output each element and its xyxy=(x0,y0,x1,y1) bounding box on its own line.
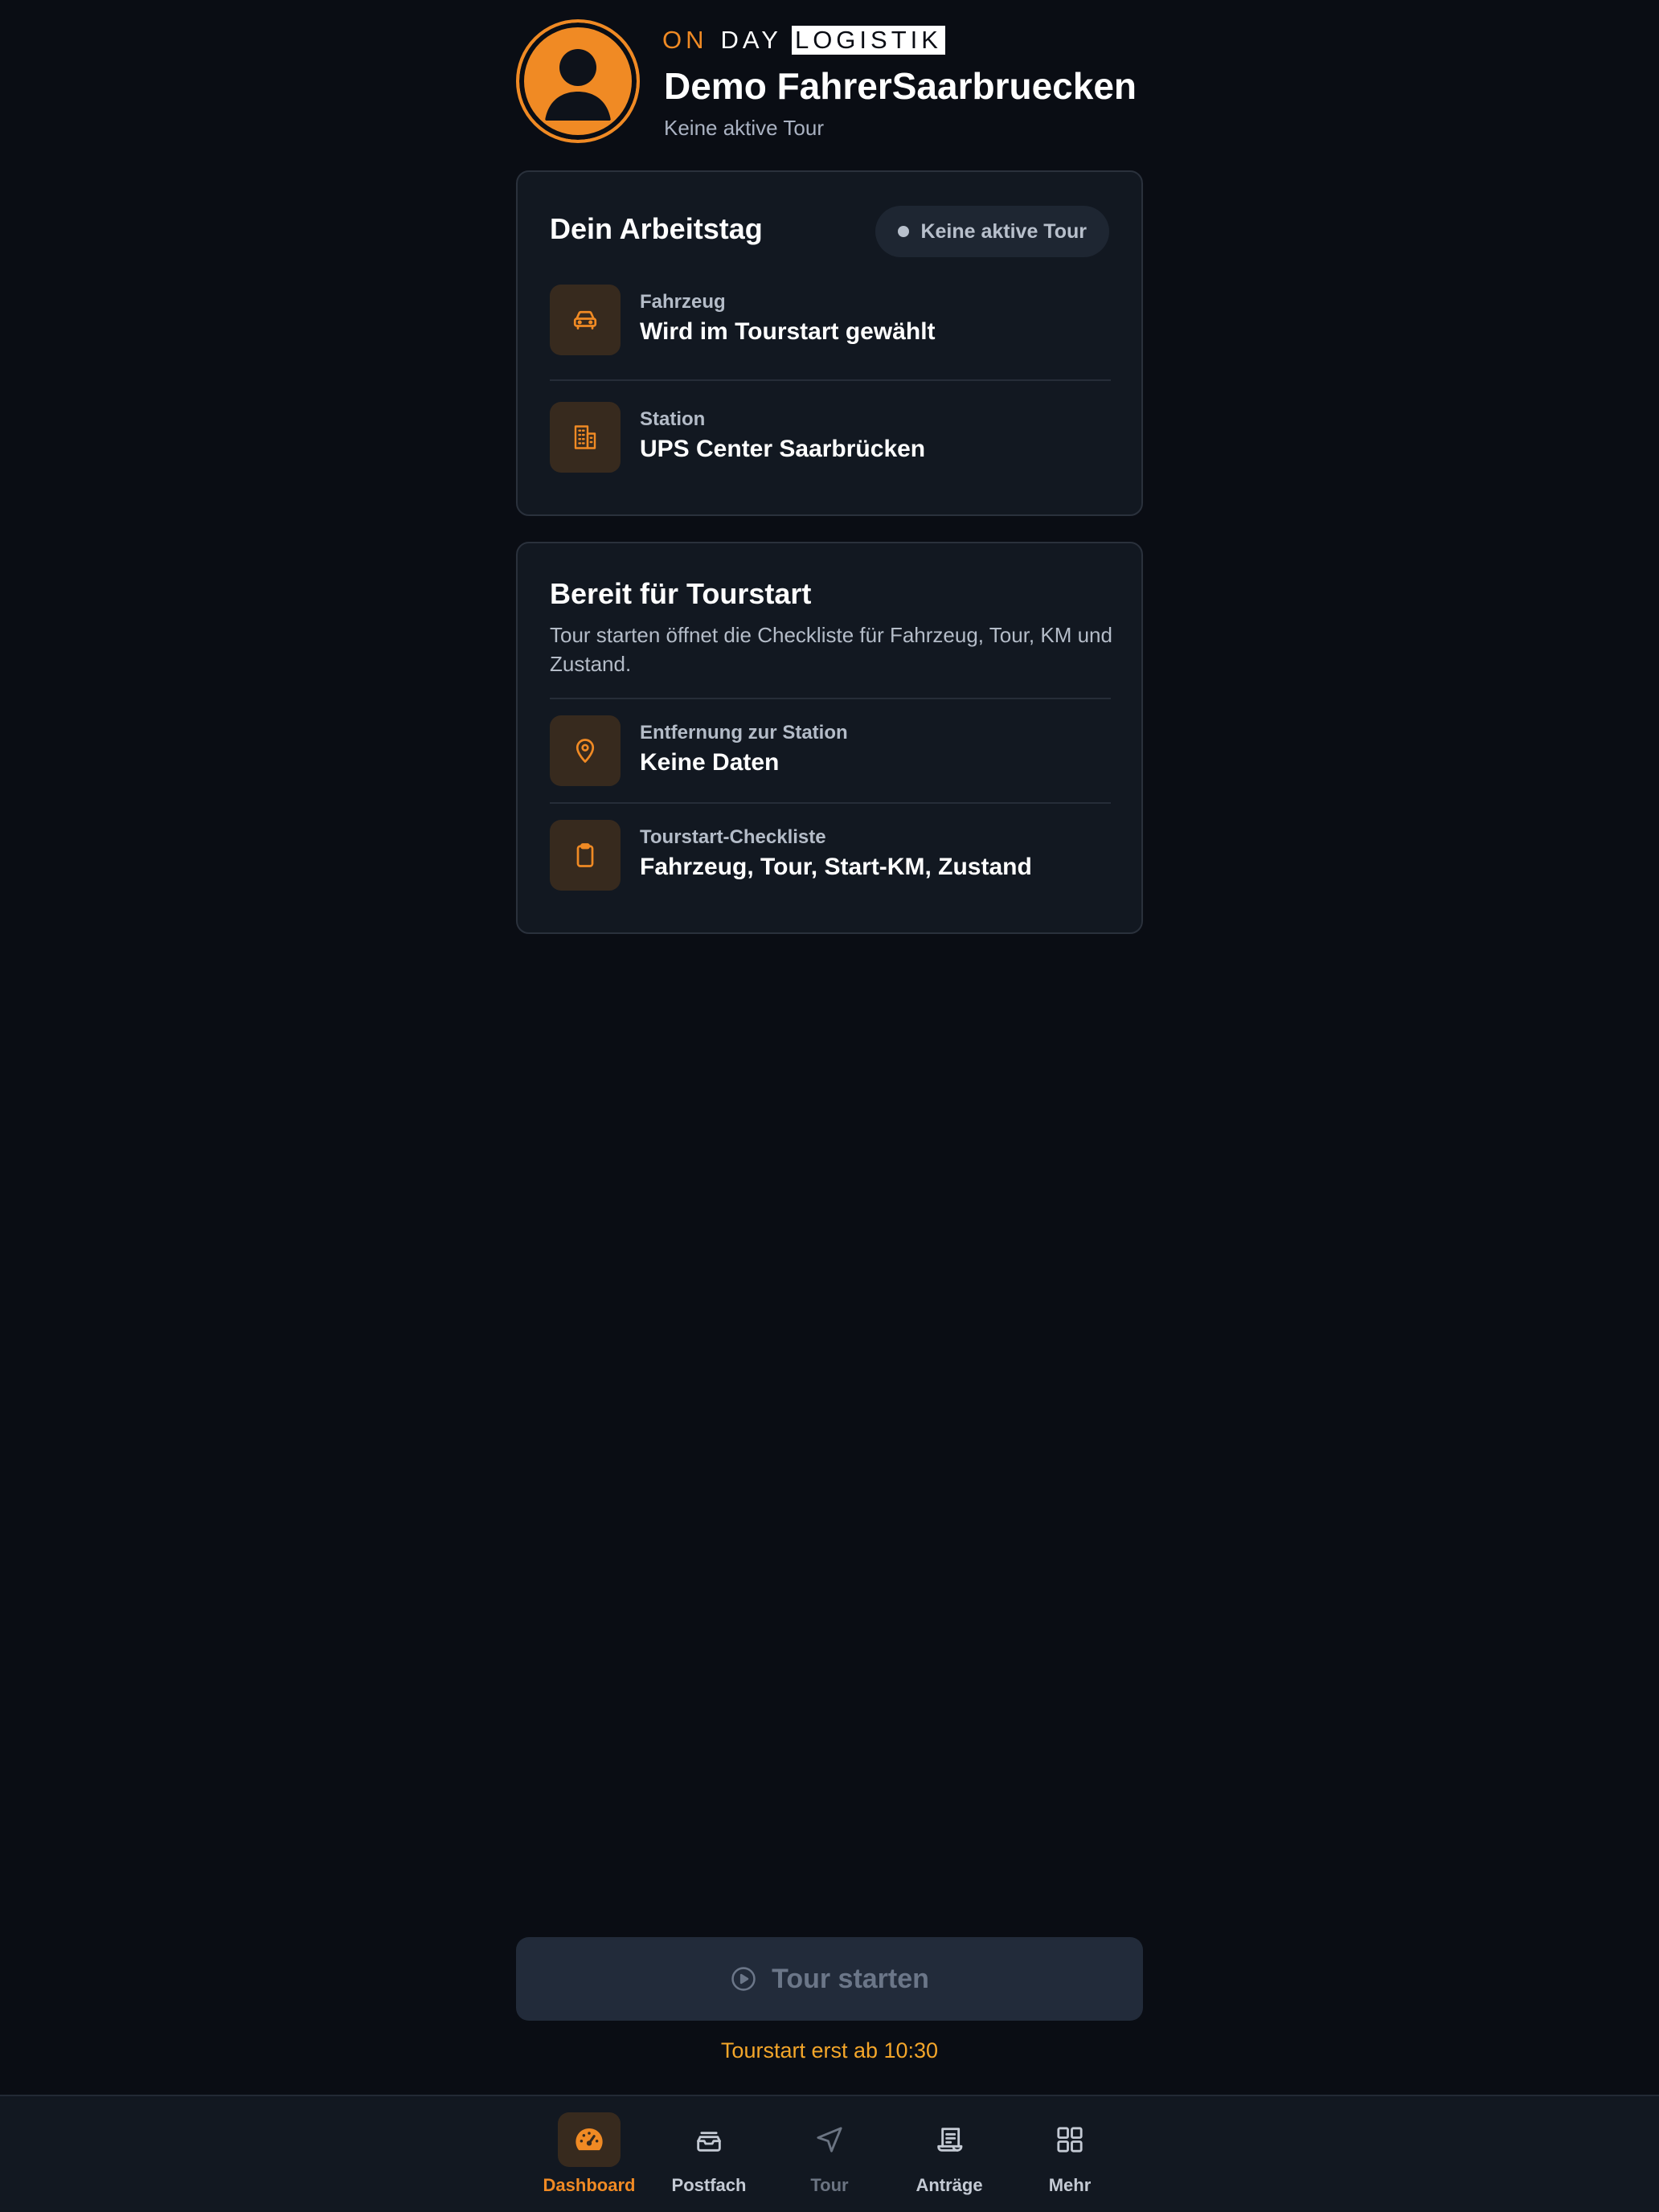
station-value: UPS Center Saarbrücken xyxy=(640,436,926,462)
ready-card: Bereit für Tourstart Tour starten öffnet… xyxy=(516,542,1143,934)
vehicle-label: Fahrzeug xyxy=(640,291,726,313)
nav-label: Mehr xyxy=(1048,2175,1092,2195)
station-label: Station xyxy=(640,408,706,430)
ready-description: Tour starten öffnet die Checkliste für F… xyxy=(550,623,1112,676)
ready-title: Bereit für Tourstart xyxy=(550,577,812,610)
brand-on: ON xyxy=(662,26,708,54)
nav-item-dashboard[interactable]: Dashboard xyxy=(529,2112,649,2201)
play-circle-icon xyxy=(731,1967,756,1991)
brand-logistik: LOGISTIK xyxy=(791,26,945,55)
distance-label: Entfernung zur Station xyxy=(640,722,848,743)
brand-logo: ON DAY LOGISTIK xyxy=(662,24,945,56)
divider xyxy=(550,379,1111,381)
divider xyxy=(550,698,1111,699)
checklist-label: Tourstart-Checkliste xyxy=(640,826,826,848)
nav-item-postfach[interactable]: Postfach xyxy=(649,2112,769,2201)
inbox-icon xyxy=(678,2112,740,2167)
nav-label: Tour xyxy=(810,2175,849,2195)
nav-label: Postfach xyxy=(671,2175,747,2195)
user-icon xyxy=(545,49,611,121)
car-icon xyxy=(550,285,621,355)
status-badge: Keine aktive Tour xyxy=(875,206,1109,257)
start-tour-label: Tour starten xyxy=(772,1963,929,1994)
building-icon xyxy=(550,402,621,473)
bottom-nav: Dashboard Postfach Tour Anträge Mehr xyxy=(0,2095,1659,2212)
navigation-arrow-icon xyxy=(798,2112,861,2167)
nav-label: Dashboard xyxy=(543,2175,636,2195)
start-time-hint: Tourstart erst ab 10:30 xyxy=(720,2038,939,2062)
nav-item-tour[interactable]: Tour xyxy=(769,2112,890,2201)
map-pin-icon xyxy=(550,715,621,786)
distance-row: Entfernung zur Station Keine Daten xyxy=(550,715,1111,788)
status-dot-icon xyxy=(898,226,910,237)
distance-value: Keine Daten xyxy=(640,749,780,776)
checklist-value: Fahrzeug, Tour, Start-KM, Zustand xyxy=(640,854,1032,880)
speedometer-icon xyxy=(558,2112,621,2167)
grid-icon xyxy=(1038,2112,1101,2167)
vehicle-value: Wird im Tourstart gewählt xyxy=(640,318,936,345)
avatar[interactable] xyxy=(516,19,640,143)
driver-name: Demo FahrerSaarbruecken xyxy=(664,65,1137,107)
checklist-row: Tourstart-Checkliste Fahrzeug, Tour, Sta… xyxy=(550,820,1111,892)
station-row: Station UPS Center Saarbrücken xyxy=(550,402,1111,474)
brand-day: DAY xyxy=(720,26,782,54)
workday-card: Dein Arbeitstag Keine aktive Tour Fahrze… xyxy=(516,170,1143,516)
start-tour-button[interactable]: Tour starten xyxy=(516,1937,1143,2021)
clipboard-icon xyxy=(550,820,621,891)
driver-header: ON DAY LOGISTIK Demo FahrerSaarbruecken … xyxy=(516,19,1143,148)
nav-item-antraege[interactable]: Anträge xyxy=(889,2112,1010,2201)
status-badge-label: Keine aktive Tour xyxy=(920,219,1087,243)
divider xyxy=(550,802,1111,804)
nav-label: Anträge xyxy=(916,2175,983,2195)
document-scroll-icon xyxy=(918,2112,981,2167)
nav-item-mehr[interactable]: Mehr xyxy=(1010,2112,1130,2201)
workday-title: Dein Arbeitstag xyxy=(550,212,763,245)
vehicle-row: Fahrzeug Wird im Tourstart gewählt xyxy=(550,285,1111,357)
dashboard-page: ON DAY LOGISTIK Demo FahrerSaarbruecken … xyxy=(0,0,1659,2212)
header-tour-status: Keine aktive Tour xyxy=(664,116,824,140)
